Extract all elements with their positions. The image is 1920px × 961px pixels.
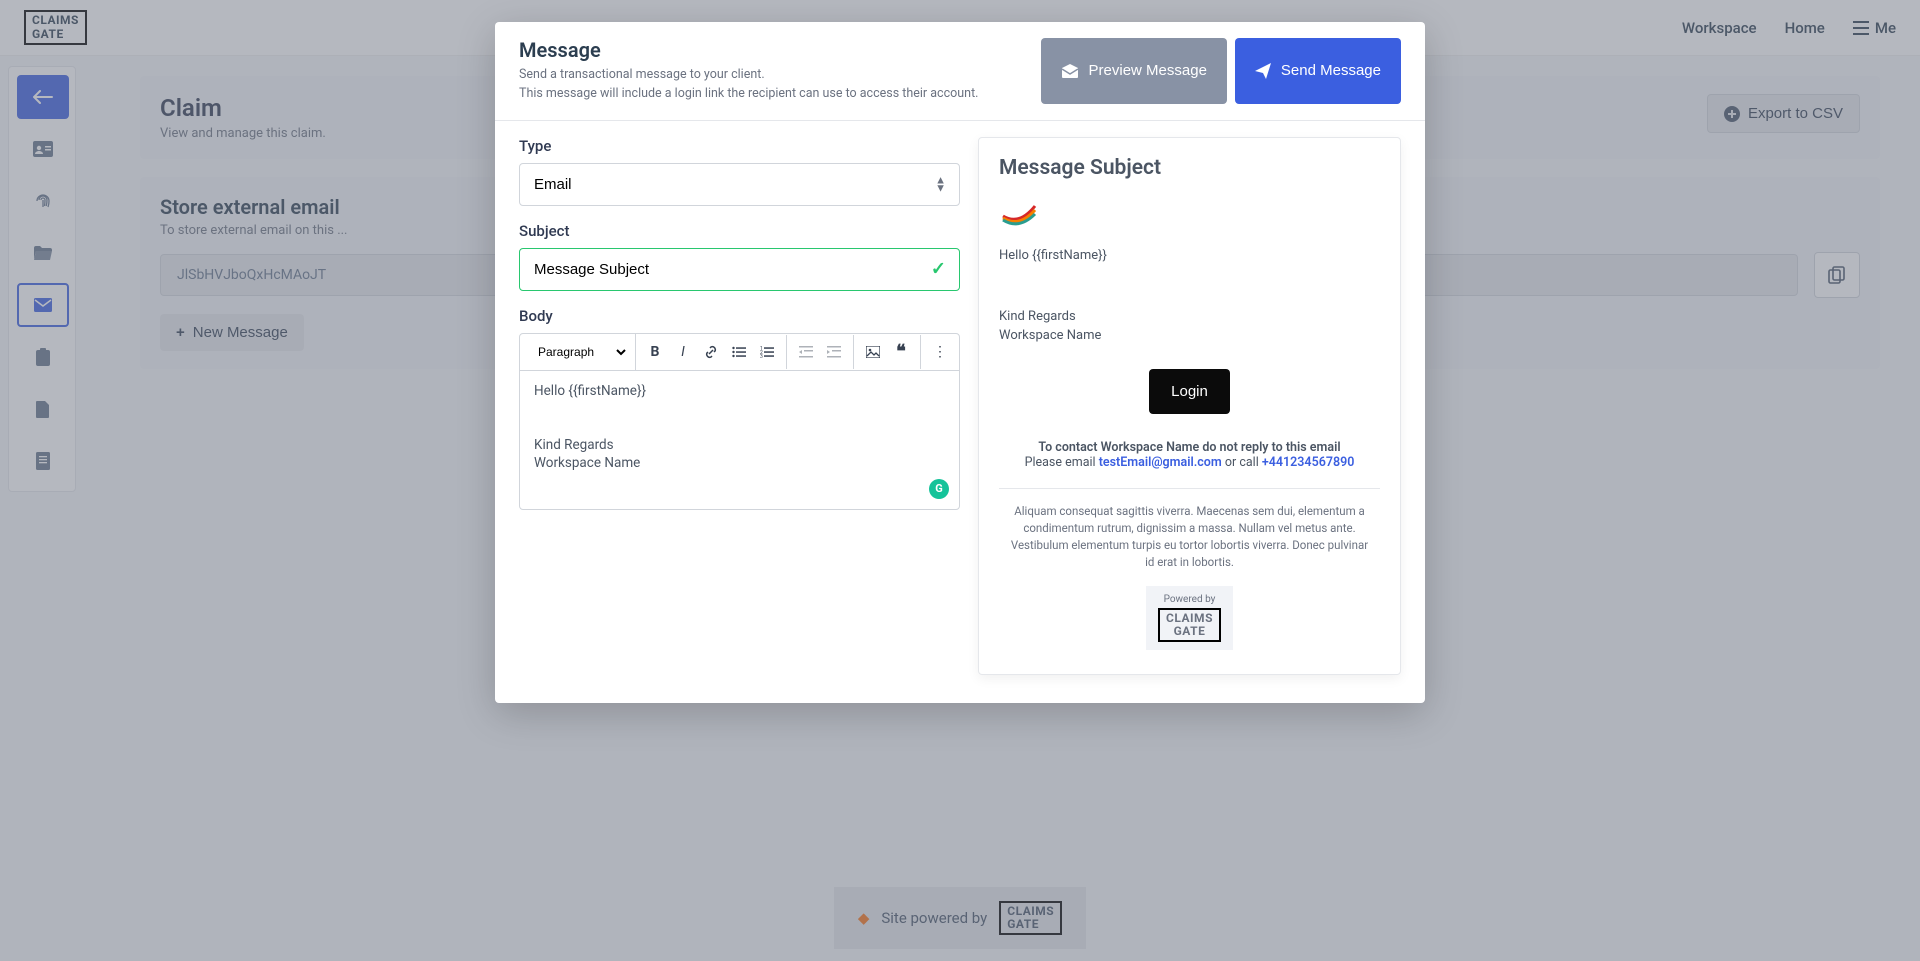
numbered-list-button[interactable]: 123 xyxy=(754,339,780,365)
more-button[interactable]: ⋮ xyxy=(927,339,953,365)
modal-description: Send a transactional message to your cli… xyxy=(519,66,978,104)
body-label: Body xyxy=(519,307,960,325)
quote-button[interactable]: ❝ xyxy=(888,339,914,365)
bold-button[interactable]: B xyxy=(642,339,668,365)
powered-by-badge: Powered by CLAIMS GATE xyxy=(1146,586,1233,650)
preview-legal: Aliquam consequat sagittis viverra. Maec… xyxy=(999,503,1380,572)
indent-button[interactable] xyxy=(821,339,847,365)
svg-text:3: 3 xyxy=(760,354,763,358)
paragraph-select[interactable]: Paragraph xyxy=(526,338,629,366)
check-icon: ✓ xyxy=(931,259,946,280)
preview-subject: Message Subject xyxy=(999,156,1380,180)
message-modal: Message Send a transactional message to … xyxy=(495,22,1425,703)
preview-contact: To contact Workspace Name do not reply t… xyxy=(999,440,1380,470)
editor-toolbar: Paragraph B I xyxy=(520,334,959,371)
link-icon xyxy=(704,345,718,359)
link-button[interactable] xyxy=(698,339,724,365)
bullet-list-button[interactable] xyxy=(726,339,752,365)
list-ul-icon xyxy=(732,346,746,358)
preview-email-link[interactable]: testEmail@gmail.com xyxy=(1099,455,1222,470)
paper-plane-icon xyxy=(1255,63,1271,79)
subject-input[interactable] xyxy=(519,248,960,291)
grammarly-icon: G xyxy=(929,479,949,499)
envelope-open-icon xyxy=(1061,64,1079,78)
image-icon xyxy=(866,346,880,358)
outdent-button[interactable] xyxy=(793,339,819,365)
send-message-button[interactable]: Send Message xyxy=(1235,38,1401,104)
type-select[interactable]: Email xyxy=(519,163,960,206)
image-button[interactable] xyxy=(860,339,886,365)
message-form: Type Email ▲▼ Subject ✓ xyxy=(519,137,960,675)
preview-signature: Workspace Name xyxy=(999,328,1380,343)
preview-closing: Kind Regards xyxy=(999,309,1380,324)
indent-icon xyxy=(827,346,841,358)
outdent-icon xyxy=(799,346,813,358)
preview-divider xyxy=(999,488,1380,489)
preview-greeting: Hello {{firstName}} xyxy=(999,248,1380,263)
rich-text-editor: Paragraph B I xyxy=(519,333,960,510)
list-ol-icon: 123 xyxy=(760,346,774,358)
preview-login-button[interactable]: Login xyxy=(1149,369,1230,414)
preview-phone-link[interactable]: +441234567890 xyxy=(1262,455,1355,470)
preview-message-button[interactable]: Preview Message xyxy=(1041,38,1227,104)
editor-textarea[interactable]: Hello {{firstName}} Kind Regards Workspa… xyxy=(520,371,959,509)
preview-logo xyxy=(999,198,1380,226)
modal-title: Message xyxy=(519,38,978,62)
subject-label: Subject xyxy=(519,222,960,240)
italic-button[interactable]: I xyxy=(670,339,696,365)
message-preview: Message Subject Hello {{firstName}} Kind… xyxy=(978,137,1401,675)
type-label: Type xyxy=(519,137,960,155)
modal-header: Message Send a transactional message to … xyxy=(495,22,1425,121)
modal-overlay[interactable]: Message Send a transactional message to … xyxy=(0,0,1920,961)
